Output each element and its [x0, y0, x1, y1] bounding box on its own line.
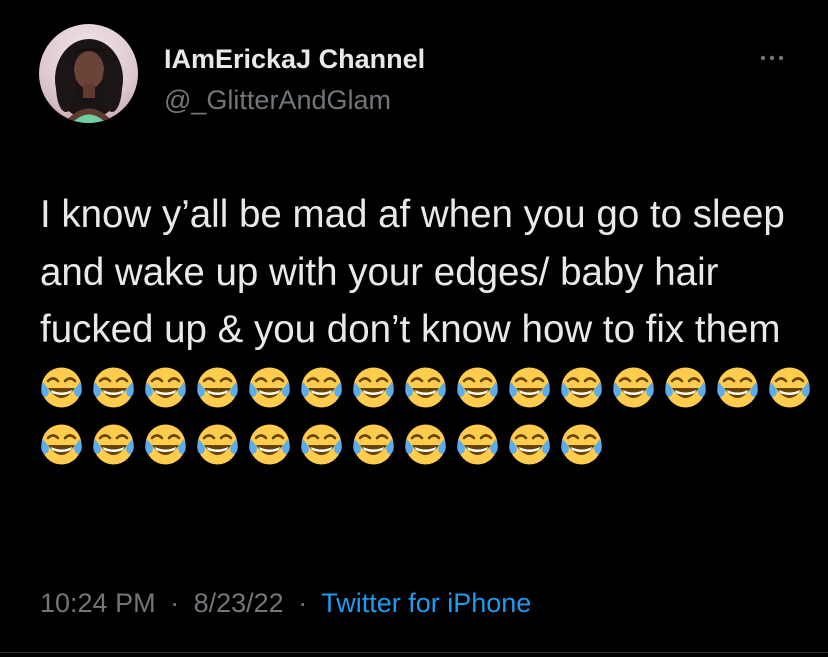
- face-with-tears-of-joy-icon: [508, 366, 551, 409]
- more-horizontal-icon[interactable]: [755, 46, 789, 70]
- author-display-name[interactable]: IAmErickaJ Channel: [164, 42, 425, 76]
- face-with-tears-of-joy-icon: [144, 366, 187, 409]
- face-with-tears-of-joy-icon: [456, 423, 499, 466]
- face-with-tears-of-joy-icon: [612, 366, 655, 409]
- face-with-tears-of-joy-icon: [196, 366, 239, 409]
- divider: [0, 652, 828, 653]
- meta-separator: ·: [170, 588, 180, 618]
- face-with-tears-of-joy-icon: [352, 423, 395, 466]
- face-with-tears-of-joy-icon: [664, 366, 707, 409]
- face-with-tears-of-joy-icon: [248, 366, 291, 409]
- face-with-tears-of-joy-icon: [196, 423, 239, 466]
- emoji-row: [40, 366, 820, 467]
- face-with-tears-of-joy-icon: [560, 423, 603, 466]
- face-with-tears-of-joy-icon: [404, 366, 447, 409]
- tweet-source-link[interactable]: Twitter for iPhone: [321, 588, 531, 618]
- tweet-body-text: I know y’all be mad af when you go to sl…: [40, 193, 796, 351]
- face-with-tears-of-joy-icon: [248, 423, 291, 466]
- face-with-tears-of-joy-icon: [300, 423, 343, 466]
- face-with-tears-of-joy-icon: [508, 423, 551, 466]
- tweet-time[interactable]: 10:24 PM: [40, 588, 156, 618]
- face-with-tears-of-joy-icon: [456, 366, 499, 409]
- author-handle[interactable]: @_GlitterAndGlam: [164, 83, 391, 117]
- face-with-tears-of-joy-icon: [716, 366, 759, 409]
- face-with-tears-of-joy-icon: [300, 366, 343, 409]
- face-with-tears-of-joy-icon: [144, 423, 187, 466]
- tweet-meta: 10:24 PM · 8/23/22 · Twitter for iPhone: [40, 586, 531, 620]
- face-with-tears-of-joy-icon: [768, 366, 811, 409]
- face-with-tears-of-joy-icon: [92, 366, 135, 409]
- meta-separator: ·: [298, 588, 308, 618]
- face-with-tears-of-joy-icon: [40, 366, 83, 409]
- face-with-tears-of-joy-icon: [92, 423, 135, 466]
- tweet-date[interactable]: 8/23/22: [194, 588, 284, 618]
- tweet-text: I know y’all be mad af when you go to sl…: [40, 186, 820, 474]
- face-with-tears-of-joy-icon: [404, 423, 447, 466]
- face-with-tears-of-joy-icon: [40, 423, 83, 466]
- face-with-tears-of-joy-icon: [560, 366, 603, 409]
- face-with-tears-of-joy-icon: [352, 366, 395, 409]
- avatar[interactable]: [39, 24, 138, 123]
